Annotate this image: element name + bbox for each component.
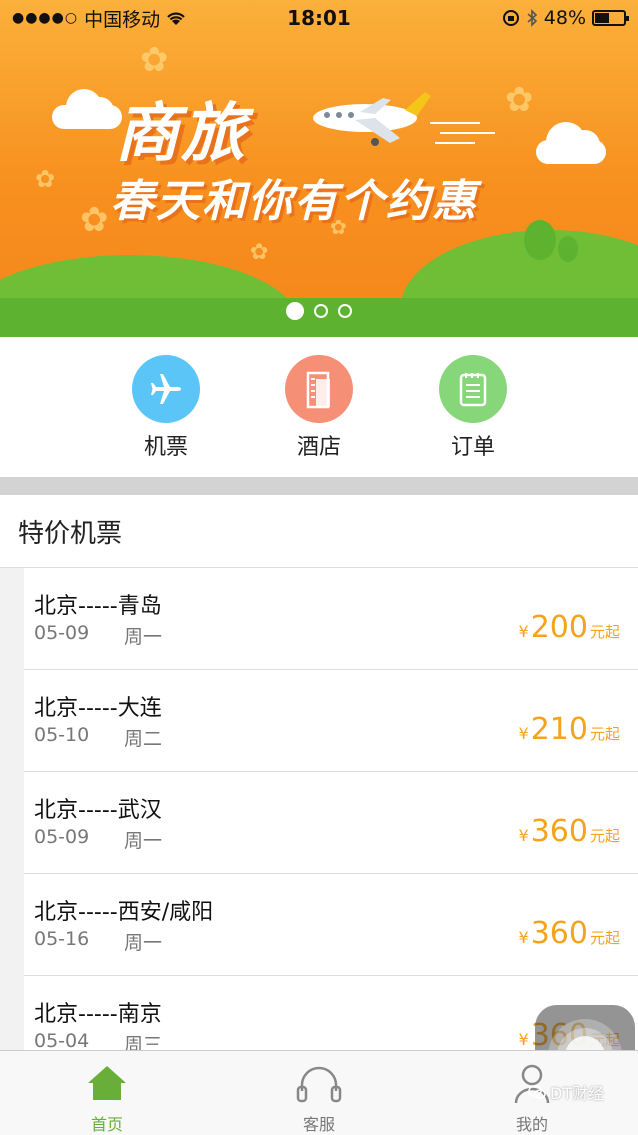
banner-pager[interactable] [0,302,638,320]
deal-date: 05-09 [34,826,90,848]
price-currency: ¥ [518,622,529,641]
deal-date: 05-16 [34,928,90,950]
deal-item[interactable]: 北京-----青岛 05-09 周一 ¥ 200 元起 [24,568,638,670]
wechat-logo-icon [528,1085,546,1099]
battery-icon [592,10,629,26]
carrier-name: 中国移动 [84,8,161,31]
deal-weekday: 周一 [124,830,163,852]
flower-decoration-icon: ✿ [35,165,56,193]
deal-date: 05-04 [34,1030,90,1052]
deal-route: 北京-----大连 [34,696,162,721]
deal-date: 05-10 [34,724,90,746]
price-currency: ¥ [518,724,529,743]
banner-subtitle: 春天和你有个约惠 [110,176,478,227]
status-right: 48% [502,7,629,29]
flower-decoration-icon: ✿ [505,80,534,120]
tab-label: 客服 [302,1115,335,1134]
airplane-icon [151,374,181,404]
flower-decoration-icon: ✿ [140,40,169,80]
tab-label: 我的 [515,1115,548,1134]
deal-weekday: 周二 [124,728,163,750]
price-suffix: 元起 [589,725,620,743]
price-currency: ¥ [518,1030,529,1049]
banner-title: 商旅 [115,97,247,171]
hotel-icon-circle [285,355,353,423]
category-hotel[interactable]: 酒店 [274,355,364,461]
category-flight[interactable]: 机票 [121,355,211,461]
price-value: 360 [530,916,588,951]
tab-label: 首页 [90,1115,123,1134]
cloud-decoration [52,89,122,129]
pager-dot[interactable] [314,304,328,318]
speed-lines-icon [430,122,495,144]
deal-route: 北京-----武汉 [34,798,162,823]
category-order[interactable]: 订单 [428,355,518,461]
promo-banner[interactable]: ✿ ✿ ✿ ✿ ✿ ✿ 商旅 春天和你有个约惠 [0,0,638,337]
rotation-lock-icon [502,10,519,26]
status-left: ●●●●○ 中国移动 [12,5,186,32]
deal-price: ¥ 360 元起 [519,814,620,849]
watermark: DT财经 [528,1080,604,1104]
category-label: 机票 [143,435,188,460]
airplane-illustration-icon [313,92,431,146]
deal-route: 北京-----青岛 [34,594,162,619]
home-icon [47,1059,167,1107]
deal-weekday: 周一 [124,932,163,954]
deal-item[interactable]: 北京-----西安/咸阳 05-16 周一 ¥ 360 元起 [24,874,638,976]
tab-service[interactable]: 客服 [259,1059,379,1135]
cloud-decoration [536,122,606,164]
order-icon-circle [439,355,507,423]
pager-dot-active[interactable] [286,302,304,320]
deal-item[interactable]: 北京-----武汉 05-09 周一 ¥ 360 元起 [24,772,638,874]
flower-decoration-icon: ✿ [250,240,269,265]
deal-price: ¥ 210 元起 [519,712,620,747]
watermark-text: DT财经 [550,1084,605,1103]
deal-price: ¥ 360 元起 [519,916,620,951]
tree-decoration [558,236,578,262]
category-row: 机票 酒店 订单 [0,337,638,477]
signal-strength-icon: ●●●●○ [12,10,79,26]
deal-price: ¥ 200 元起 [519,610,620,645]
flight-icon-circle [132,355,200,423]
wifi-icon [167,12,185,25]
category-label: 订单 [450,435,495,460]
deal-list: 北京-----青岛 05-09 周一 ¥ 200 元起 北京-----大连 05… [0,568,638,1078]
headset-icon [259,1059,379,1107]
tab-home[interactable]: 首页 [47,1059,167,1135]
deal-weekday: 周一 [124,626,163,648]
price-currency: ¥ [518,826,529,845]
flower-decoration-icon: ✿ [80,200,109,240]
pager-dot[interactable] [338,304,352,318]
hotel-icon [306,371,330,409]
category-label: 酒店 [296,435,341,460]
deal-route: 北京-----南京 [34,1002,162,1027]
status-bar: ●●●●○ 中国移动 18:01 48% [0,0,638,36]
battery-percent: 48% [543,7,586,29]
deal-item[interactable]: 北京-----大连 05-10 周二 ¥ 210 元起 [24,670,638,772]
deals-section-title: 特价机票 [0,495,638,568]
price-suffix: 元起 [589,623,620,641]
price-suffix: 元起 [589,929,620,947]
price-currency: ¥ [518,928,529,947]
price-value: 360 [530,814,588,849]
order-icon [459,373,487,407]
price-value: 210 [530,712,588,747]
section-divider [0,477,638,495]
status-time: 18:01 [287,6,351,30]
bluetooth-icon [527,9,537,27]
deal-route: 北京-----西安/咸阳 [34,900,214,925]
deal-date: 05-09 [34,622,90,644]
tree-decoration [524,220,556,260]
price-suffix: 元起 [589,827,620,845]
price-value: 200 [530,610,588,645]
